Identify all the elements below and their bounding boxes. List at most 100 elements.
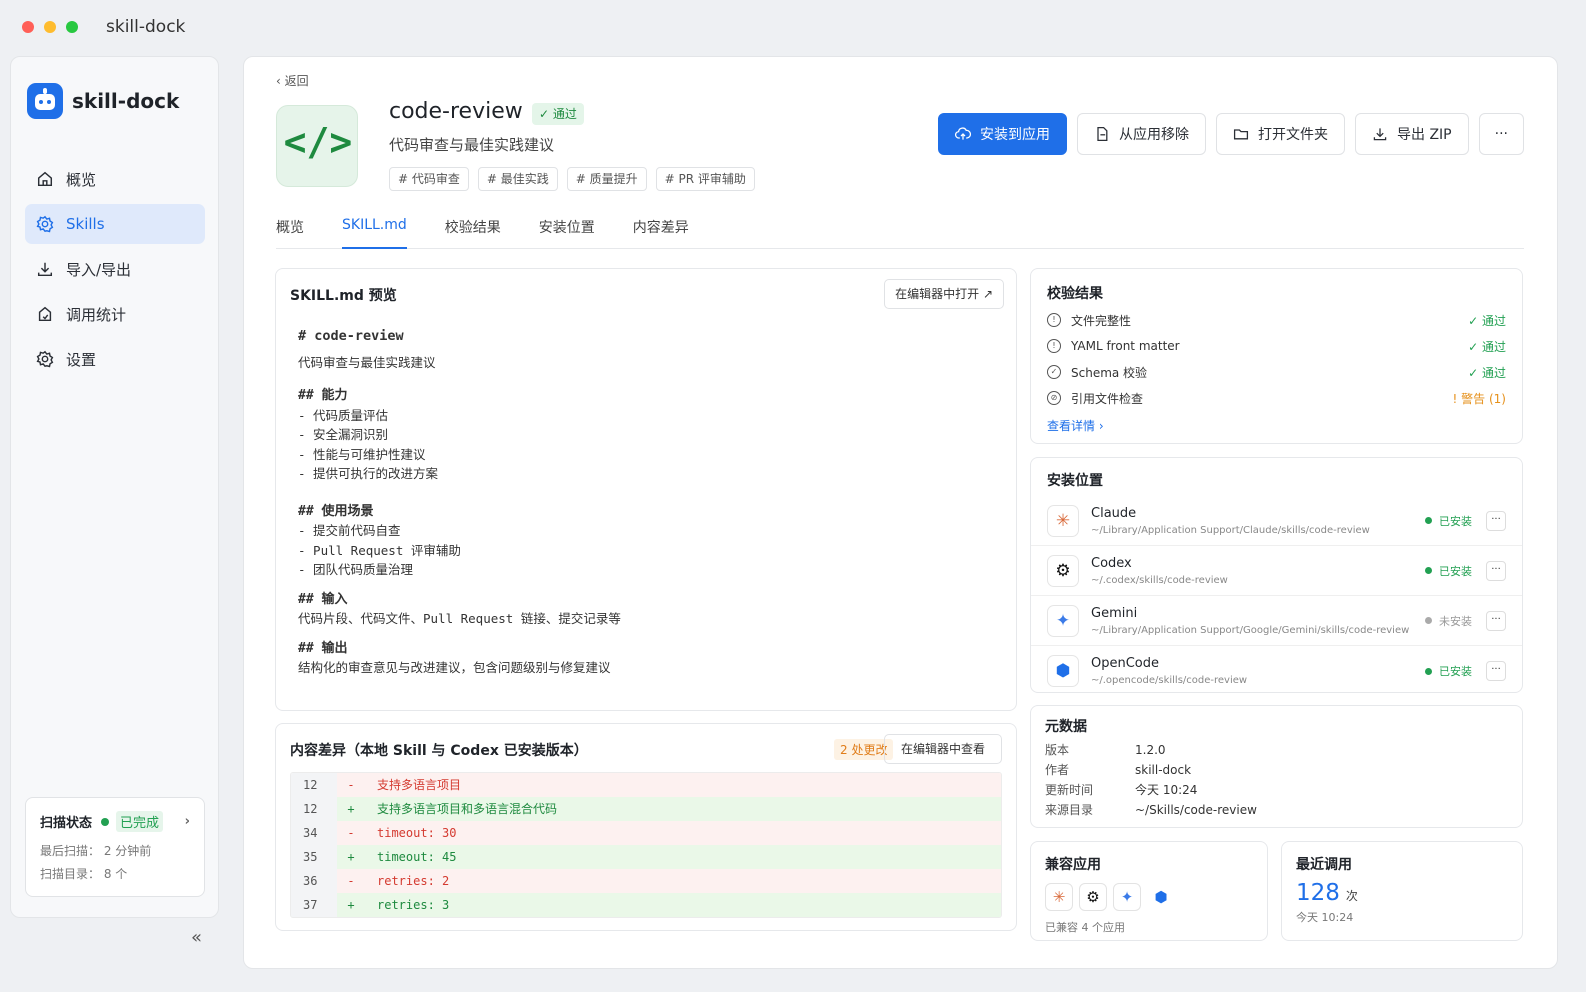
diff-row: 34- timeout: 30 (291, 821, 1001, 845)
codex-logo-icon: ⚙ (1047, 554, 1079, 587)
md-heading: ## 输入 (298, 591, 348, 607)
status-dot-icon (1425, 667, 1432, 675)
install-status: 已安装 (1425, 563, 1472, 579)
status-dot-icon (1425, 517, 1432, 524)
sidebar-item-import-export[interactable]: 导入/导出 (25, 249, 205, 289)
more-button[interactable]: ··· (1486, 510, 1506, 531)
metadata-key: 版本 (1045, 743, 1070, 757)
skill-md-preview: SKILL.md 预览 在编辑器中打开 ↗ # code-review 代码审查… (275, 268, 1017, 711)
sidebar-item-overview[interactable]: 概览 (25, 159, 205, 199)
diff-sign: + (347, 898, 355, 912)
compat-icon-list: ✳ ⚙ ✦ ⬢ (1045, 883, 1253, 911)
metadata-key: 作者 (1045, 763, 1070, 777)
location-list: ✳ Claude ~/Library/Application Support/Cla… (1031, 496, 1522, 696)
location-app-name: Claude (1091, 505, 1137, 521)
sidebar-item-label: 概览 (66, 170, 97, 189)
diff-line-number: 37 (291, 893, 337, 917)
compatible-apps-card: 兼容应用 ✳ ⚙ ✦ ⬢ 已兼容 4 个应用 (1030, 841, 1268, 941)
sidebar: skill-dock 概览 Skills 导入/导出 调用统计 设置 扫描状态 … (10, 56, 219, 948)
more-button[interactable]: ··· (1486, 610, 1506, 631)
file-remove-icon (1097, 126, 1108, 142)
md-list-item: - 提供可执行的改进方案 (298, 466, 439, 481)
locations-title: 安装位置 (1047, 473, 1103, 489)
diff-line-text: timeout: 45 (377, 850, 457, 864)
tab-skill-md[interactable]: SKILL.md (342, 217, 407, 249)
badge-label: 通过 (552, 107, 577, 121)
gemini-logo-icon: ✦ (1047, 604, 1079, 637)
usage-count-unit: 次 (1345, 889, 1358, 903)
back-link[interactable]: ‹ 返回 (276, 72, 309, 89)
tag-item[interactable]: # 最佳实践 (477, 167, 558, 191)
diff-line-text: retries: 3 (377, 898, 450, 912)
tag-list: # 代码审查 # 最佳实践 # 质量提升 # PR 评审辅助 (389, 167, 764, 191)
tag-item[interactable]: # PR 评审辅助 (655, 167, 755, 191)
validation-status: ! 警告 (1) (1452, 391, 1506, 406)
location-row: ⚙ Codex ~/.codex/skills/code-review 已安装 ··· (1031, 546, 1522, 596)
more-button[interactable]: ··· (1486, 560, 1506, 581)
usage-count-value: 128 (1296, 880, 1340, 906)
tab-locations[interactable]: 安装位置 (539, 217, 595, 249)
md-list-item: - 性能与可维护性建议 (298, 446, 426, 462)
home-icon (37, 171, 53, 187)
location-row: ✦ Gemini ~/Library/Application Support/Goo… (1031, 596, 1522, 646)
check-circle-icon: ✓ (539, 107, 553, 121)
diff-row: 12 + 支持多语言项目和多语言混合代码 (291, 797, 1001, 821)
validation-row: ! 文件完整性 ✓ 通过 (1047, 307, 1506, 333)
diff-table: 12- 支持多语言项目 12 + 支持多语言项目和多语言混合代码 34- timeout: … (290, 772, 1002, 918)
recent-usage-card: 最近调用 128 次 今天 10:24 (1281, 841, 1523, 941)
diff-line-text: 支持多语言项目 (377, 778, 462, 792)
open-in-editor-button[interactable]: 在编辑器中打开 ↗ (884, 279, 1004, 309)
remove-button[interactable]: 从应用移除 (1077, 113, 1206, 155)
gemini-logo-icon: ✦ (1113, 883, 1141, 911)
install-status: 未安装 (1425, 613, 1472, 629)
export-zip-button[interactable]: 导出 ZIP (1355, 113, 1469, 155)
chevron-left-icon: ‹ (276, 74, 285, 88)
tab-validation[interactable]: 校验结果 (445, 217, 501, 249)
sidebar-item-label: Skills (66, 215, 105, 233)
info-icon: ! (1047, 313, 1061, 327)
tag-item[interactable]: # 代码审查 (389, 167, 469, 191)
open-folder-button[interactable]: 打开文件夹 (1216, 113, 1345, 155)
opencode-logo-icon: ⬢ (1047, 655, 1079, 687)
sidebar-item-label: 导入/导出 (66, 260, 132, 279)
brand-name: skill-dock (72, 89, 180, 113)
usage-time: 今天 10:24 (1296, 911, 1354, 924)
view-in-editor-button[interactable]: 在编辑器中查看 (883, 734, 1002, 764)
zoom-window-button[interactable] (66, 21, 78, 33)
sidebar-item-settings[interactable]: 设置 (25, 339, 205, 379)
sidebar-item-stats[interactable]: 调用统计 (25, 294, 205, 334)
schema-icon: ✓ (1047, 365, 1061, 379)
more-icon: ··· (1494, 126, 1508, 142)
close-window-button[interactable] (22, 21, 34, 33)
install-status-text: 未安装 (1439, 614, 1472, 628)
minimize-window-button[interactable] (44, 21, 56, 33)
metadata-value: 今天 10:24 (1135, 783, 1198, 797)
validation-row: ! YAML front matter ✓ 通过 (1047, 333, 1506, 359)
location-app-name: OpenCode (1091, 656, 1160, 671)
install-button[interactable]: 安装到应用 (938, 113, 1067, 155)
scan-last-time: 最后扫描： 2 分钟前 (40, 844, 152, 858)
collapse-sidebar-icon[interactable]: « (191, 927, 202, 948)
tab-diff[interactable]: 内容差异 (633, 217, 689, 249)
diff-line-number: 12 (291, 797, 337, 821)
metadata-title: 元数据 (1045, 719, 1087, 735)
location-app-name: Gemini (1091, 605, 1138, 621)
chevron-right-icon[interactable]: › (185, 814, 190, 829)
validation-status: ✓ 通过 (1468, 339, 1506, 354)
tab-overview[interactable]: 概览 (276, 217, 304, 249)
folder-icon (1233, 129, 1249, 140)
md-paragraph: 代码审查与最佳实践建议 (298, 354, 436, 370)
sidebar-item-skills[interactable]: Skills (25, 204, 205, 244)
page-title: code-review (389, 99, 523, 124)
cloud-upload-icon (955, 127, 971, 140)
validation-row: ✓ Schema 校验 ✓ 通过 (1047, 359, 1506, 385)
validation-row: ⊘ 引用文件检查 ! 警告 (1) (1047, 385, 1506, 411)
view-details-link[interactable]: 查看详情 › (1047, 417, 1506, 434)
scan-status-card[interactable]: 扫描状态 已完成 › 最后扫描： 2 分钟前 扫描目录： 8 个 (25, 797, 205, 897)
validation-status-text: 通过 (1481, 339, 1506, 354)
status-dot-icon (1425, 617, 1432, 624)
more-button[interactable]: ··· (1486, 661, 1506, 681)
more-button[interactable]: ··· (1478, 113, 1524, 155)
location-info: OpenCode ~/.opencode/skills/code-review (1091, 656, 1247, 686)
tag-item[interactable]: # 质量提升 (566, 167, 647, 191)
